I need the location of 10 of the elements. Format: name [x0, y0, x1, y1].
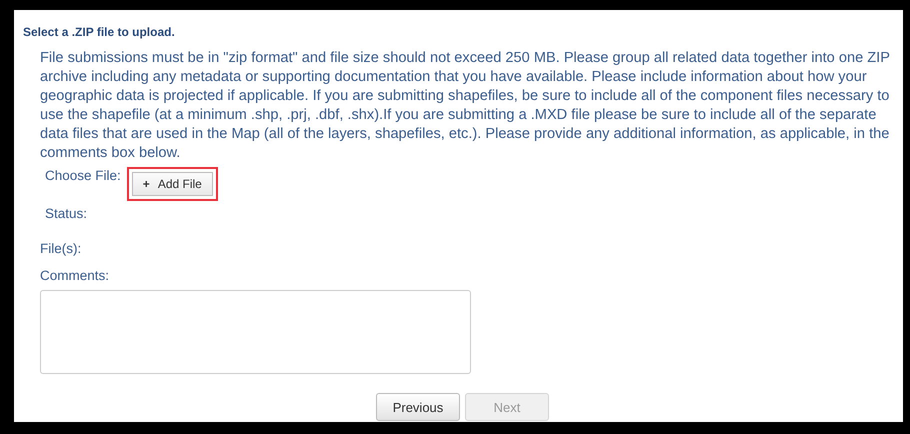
nav-button: Next: [465, 393, 549, 421]
status-label: Status:: [45, 205, 88, 223]
instructions-text: File submissions must be in "zip format" and file size should not exceed 250 MB. Please group all related data together into one ZIP archive including any metadata or supporting documentation that you have available. Please include information about how your geographic data is projected if applicable. If you are submitting shapefiles, be sure to include all of the component files necessary to use the shapefile (at a minimum .shp, .prj, .dbf, .shx).If you are submitting a .MXD file please be sure to include all of the separate data files that are used in the Map (all of the layers, shapefiles, etc.). Please provide any additional information, as applicable, in the comments box below.: [40, 49, 891, 163]
section-heading: Select a .ZIP file to upload.: [23, 25, 176, 39]
nav-button[interactable]: Previous: [376, 393, 460, 421]
comments-label: Comments:: [40, 267, 110, 285]
choose-file-label: Choose File:: [45, 167, 121, 185]
files-label: File(s):: [40, 240, 82, 258]
add-file-button[interactable]: + Add File: [126, 167, 218, 201]
comments-field[interactable]: [40, 290, 471, 374]
